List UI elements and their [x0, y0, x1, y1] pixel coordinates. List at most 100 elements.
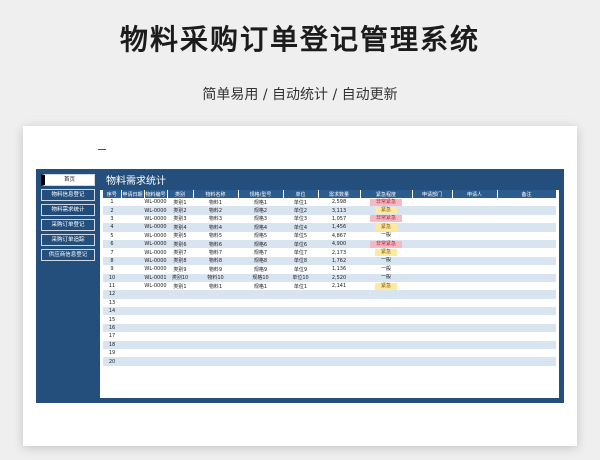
- cell-dept[interactable]: [412, 265, 452, 274]
- cell-code[interactable]: [144, 298, 167, 308]
- cell-spec[interactable]: 规格9: [238, 265, 283, 274]
- cell-dept[interactable]: [412, 231, 452, 240]
- cell-name[interactable]: 物料5: [193, 231, 238, 240]
- cell-unit[interactable]: 单位3: [283, 214, 318, 224]
- cell-cat[interactable]: [167, 298, 193, 308]
- cell-name[interactable]: 物料8: [193, 256, 238, 266]
- column-header[interactable]: 单位: [283, 190, 319, 198]
- cell-code[interactable]: [144, 357, 167, 366]
- cell-spec[interactable]: 规格3: [238, 214, 283, 224]
- cell-qty[interactable]: 3,113: [318, 206, 360, 215]
- cell-no[interactable]: 10: [103, 273, 121, 282]
- cell-code[interactable]: WL-0000: [144, 231, 167, 240]
- cell-urgency[interactable]: [360, 340, 412, 350]
- column-header[interactable]: 申请人: [452, 190, 498, 198]
- cell-date[interactable]: [121, 206, 144, 215]
- cell-qty[interactable]: 1,456: [318, 223, 360, 232]
- table-row[interactable]: 17: [103, 332, 556, 341]
- cell-spec[interactable]: [238, 298, 283, 308]
- column-header[interactable]: 备注: [497, 190, 557, 198]
- cell-note[interactable]: [497, 223, 556, 232]
- table-row[interactable]: 4 WL-0000 类别4 物料4 规格4 单位4 1,456 紧急: [103, 223, 556, 232]
- table-row[interactable]: 6 WL-0000 类别6 物料6 规格6 单位6 4,900 非常紧急: [103, 239, 556, 249]
- cell-spec[interactable]: [238, 315, 283, 324]
- cell-dept[interactable]: [412, 307, 452, 316]
- cell-spec[interactable]: 规格1: [238, 281, 283, 291]
- cell-unit[interactable]: [283, 307, 318, 316]
- cell-dept[interactable]: [412, 198, 452, 207]
- cell-code[interactable]: [144, 290, 167, 299]
- cell-unit[interactable]: [283, 332, 318, 341]
- cell-date[interactable]: [121, 323, 144, 333]
- cell-spec[interactable]: 规格8: [238, 256, 283, 266]
- cell-dept[interactable]: [412, 206, 452, 215]
- cell-no[interactable]: 5: [103, 231, 121, 240]
- cell-qty[interactable]: 2,520: [318, 273, 360, 282]
- cell-date[interactable]: [121, 281, 144, 291]
- cell-unit[interactable]: [283, 323, 318, 333]
- column-header[interactable]: 需求数量: [318, 190, 361, 198]
- cell-date[interactable]: [121, 214, 144, 224]
- cell-unit[interactable]: 单位7: [283, 248, 318, 257]
- cell-person[interactable]: [452, 349, 497, 358]
- cell-name[interactable]: 物料1: [193, 281, 238, 291]
- cell-note[interactable]: [497, 265, 556, 274]
- cell-person[interactable]: [452, 357, 497, 366]
- cell-urgency[interactable]: 非常紧急: [360, 239, 412, 249]
- cell-note[interactable]: [497, 206, 556, 215]
- cell-qty[interactable]: [318, 332, 360, 341]
- cell-no[interactable]: 15: [103, 315, 121, 324]
- cell-spec[interactable]: [238, 323, 283, 333]
- cell-cat[interactable]: 类别5: [167, 231, 193, 240]
- column-header[interactable]: 规格/型号: [238, 190, 284, 198]
- cell-qty[interactable]: [318, 315, 360, 324]
- cell-urgency[interactable]: [360, 315, 412, 324]
- cell-no[interactable]: 11: [103, 281, 121, 291]
- cell-note[interactable]: [497, 239, 556, 249]
- cell-urgency[interactable]: 一般: [360, 231, 412, 240]
- cell-name[interactable]: [193, 340, 238, 350]
- cell-dept[interactable]: [412, 214, 452, 224]
- cell-no[interactable]: 3: [103, 214, 121, 224]
- cell-cat[interactable]: 类别9: [167, 265, 193, 274]
- sidebar-item-purchase-order[interactable]: 采购订单登记: [41, 219, 95, 231]
- cell-person[interactable]: [452, 206, 497, 215]
- cell-person[interactable]: [452, 273, 497, 282]
- cell-no[interactable]: 20: [103, 357, 121, 366]
- cell-cat[interactable]: 类别2: [167, 206, 193, 215]
- cell-urgency[interactable]: 一般: [360, 273, 412, 282]
- cell-person[interactable]: [452, 315, 497, 324]
- column-header[interactable]: 物料编号: [144, 190, 168, 198]
- cell-spec[interactable]: [238, 290, 283, 299]
- cell-name[interactable]: [193, 298, 238, 308]
- sidebar-item-order-tracking[interactable]: 采购订单追踪: [41, 234, 95, 246]
- cell-code[interactable]: [144, 315, 167, 324]
- cell-note[interactable]: [497, 248, 556, 257]
- cell-urgency[interactable]: [360, 290, 412, 299]
- cell-person[interactable]: [452, 214, 497, 224]
- cell-name[interactable]: 物料1: [193, 198, 238, 207]
- cell-cat[interactable]: 类别10: [167, 273, 193, 282]
- cell-code[interactable]: [144, 349, 167, 358]
- cell-note[interactable]: [497, 198, 556, 207]
- cell-no[interactable]: 12: [103, 290, 121, 299]
- cell-name[interactable]: 物料7: [193, 248, 238, 257]
- column-header[interactable]: 申请日期: [121, 190, 145, 198]
- cell-qty[interactable]: [318, 340, 360, 350]
- cell-person[interactable]: [452, 281, 497, 291]
- cell-cat[interactable]: 类别1: [167, 281, 193, 291]
- cell-dept[interactable]: [412, 340, 452, 350]
- cell-urgency[interactable]: 紧急: [360, 223, 412, 232]
- cell-code[interactable]: WL-0000: [144, 198, 167, 207]
- cell-no[interactable]: 6: [103, 239, 121, 249]
- table-row[interactable]: 8 WL-0000 类别8 物料8 规格8 单位8 1,762 一般: [103, 256, 556, 266]
- cell-cat[interactable]: [167, 332, 193, 341]
- cell-note[interactable]: [497, 323, 556, 333]
- cell-date[interactable]: [121, 223, 144, 232]
- cell-cat[interactable]: 类别6: [167, 239, 193, 249]
- cell-note[interactable]: [497, 307, 556, 316]
- cell-note[interactable]: [497, 315, 556, 324]
- cell-no[interactable]: 1: [103, 198, 121, 207]
- cell-note[interactable]: [497, 298, 556, 308]
- cell-no[interactable]: 18: [103, 340, 121, 350]
